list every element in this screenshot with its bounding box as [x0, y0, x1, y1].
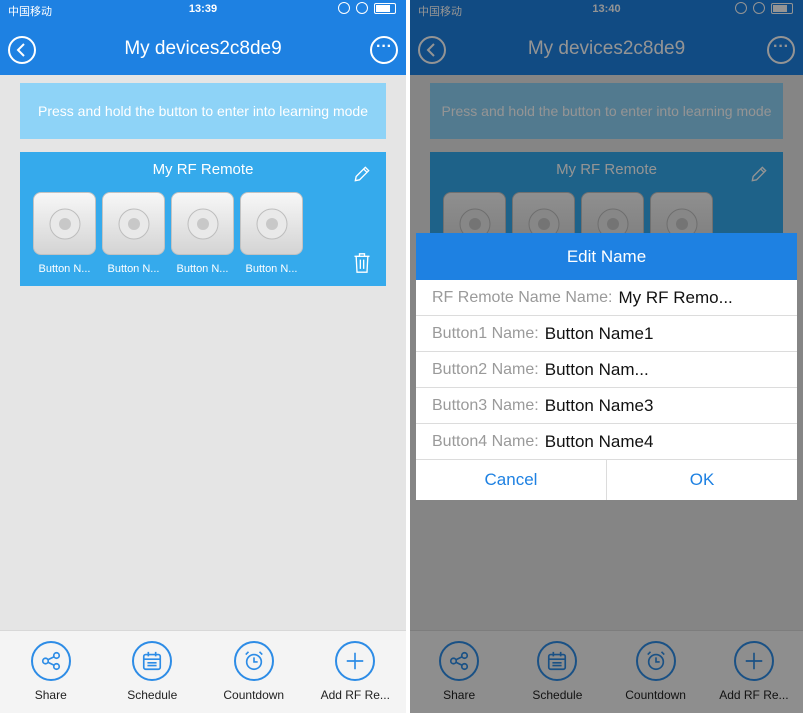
alarm-clock-icon [244, 651, 263, 671]
tab-label: Schedule [127, 688, 178, 702]
field-value[interactable]: Button Nam... [545, 360, 649, 380]
rf-remote-card: My RF Remote Button N... Button N... But… [20, 152, 386, 286]
nav-bar: My devices2c8de9 ··· [0, 30, 406, 70]
more-icon: ··· [376, 38, 392, 55]
button3-name-field[interactable]: Button3 Name: Button Name3 [416, 388, 797, 424]
remote-button-3[interactable]: Button N... [170, 192, 235, 275]
plus-icon [347, 652, 364, 670]
field-label: Button3 Name: [432, 396, 539, 414]
more-button[interactable]: ··· [370, 36, 398, 64]
page-title: My devices2c8de9 [124, 38, 282, 59]
phone-screen-left: 中国移动 13:39 My devices2c8de9 ··· Press an… [0, 0, 406, 713]
cancel-button[interactable]: Cancel [416, 460, 606, 500]
remote-button-2[interactable]: Button N... [101, 192, 166, 275]
edit-name-dialog: Edit Name RF Remote Name Name: My RF Rem… [416, 233, 797, 500]
field-label: RF Remote Name Name: [432, 288, 613, 306]
dpad-icon [256, 208, 287, 239]
field-value[interactable]: My RF Remo... [619, 288, 733, 308]
field-label: Button2 Name: [432, 360, 539, 378]
remote-name: My RF Remote [152, 161, 254, 178]
phone-screen-right: 中国移动 13:40 My devices2c8de9 ··· Press an… [410, 0, 803, 713]
calendar-icon [143, 651, 162, 671]
edit-pencil-icon[interactable] [352, 164, 372, 184]
dpad-icon [187, 208, 218, 239]
battery-icon [374, 2, 396, 14]
share-icon [41, 651, 60, 671]
field-value[interactable]: Button Name1 [545, 324, 654, 344]
status-icons [338, 2, 396, 14]
location-icon [338, 2, 350, 14]
button4-name-field[interactable]: Button4 Name: Button Name4 [416, 424, 797, 460]
button1-name-field[interactable]: Button1 Name: Button Name1 [416, 316, 797, 352]
tab-add-rf-remote[interactable]: Add RF Re... [310, 631, 400, 713]
remote-button-label: Button N... [245, 263, 298, 275]
tab-label: Share [34, 688, 67, 702]
remote-button-1[interactable]: Button N... [32, 192, 97, 275]
tab-label: Countdown [223, 688, 285, 702]
learning-mode-hint: Press and hold the button to enter into … [20, 83, 386, 139]
tab-schedule[interactable]: Schedule [107, 631, 197, 713]
dpad-icon [118, 208, 149, 239]
field-value[interactable]: Button Name3 [545, 396, 654, 416]
dialog-actions: Cancel OK [416, 460, 797, 500]
remote-button-label: Button N... [176, 263, 229, 275]
tab-bar: Share Schedule Countdown Add RF Re... [0, 630, 406, 713]
dialog-title: Edit Name [416, 233, 797, 280]
field-value[interactable]: Button Name4 [545, 432, 654, 452]
remote-button-row: Button N... Button N... Button N... Butt… [32, 192, 304, 275]
tab-share[interactable]: Share [6, 631, 96, 713]
trash-icon[interactable] [352, 252, 372, 274]
remote-name-field[interactable]: RF Remote Name Name: My RF Remo... [416, 280, 797, 316]
field-label: Button1 Name: [432, 324, 539, 342]
field-label: Button4 Name: [432, 432, 539, 450]
remote-button-label: Button N... [38, 263, 91, 275]
status-bar: 中国移动 13:39 [0, 0, 406, 20]
tab-label: Add RF Re... [320, 688, 390, 702]
remote-button-4[interactable]: Button N... [239, 192, 304, 275]
app-header: 中国移动 13:39 My devices2c8de9 ··· [0, 0, 406, 75]
tab-countdown[interactable]: Countdown [209, 631, 299, 713]
button2-name-field[interactable]: Button2 Name: Button Nam... [416, 352, 797, 388]
ok-button[interactable]: OK [606, 460, 797, 500]
remote-button-label: Button N... [107, 263, 160, 275]
dpad-icon [49, 208, 80, 239]
alarm-icon [356, 2, 368, 14]
